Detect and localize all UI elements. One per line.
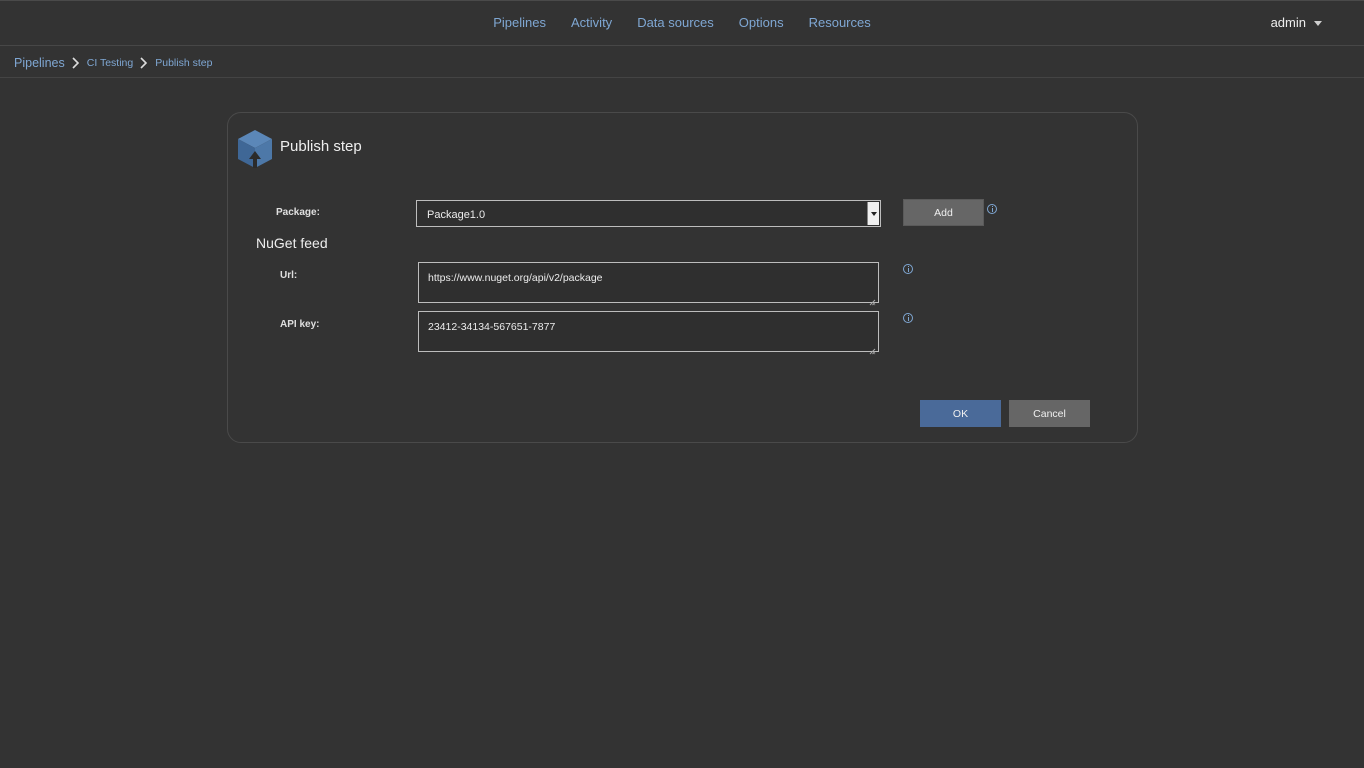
add-package-button[interactable]: Add	[903, 199, 984, 226]
nav-resources[interactable]: Resources	[809, 15, 871, 30]
url-label: Url:	[280, 270, 298, 281]
chevron-right-icon	[71, 57, 83, 69]
cube-logo-icon	[236, 129, 274, 169]
info-icon[interactable]	[903, 264, 913, 274]
api-key-value: 23412-34134-567651-7877	[428, 321, 556, 333]
resize-grip-icon[interactable]	[869, 342, 876, 355]
breadcrumb-ci-testing[interactable]: CI Testing	[87, 57, 134, 69]
package-label: Package:	[276, 207, 320, 218]
package-select[interactable]: Package1.0	[416, 200, 881, 227]
nav-activity[interactable]: Activity	[571, 15, 612, 30]
url-field[interactable]: https://www.nuget.org/api/v2/package	[418, 262, 879, 306]
user-menu[interactable]: admin	[1271, 15, 1322, 30]
resize-grip-icon[interactable]	[869, 293, 876, 306]
package-select-value: Package1.0	[427, 209, 486, 221]
nav-options[interactable]: Options	[739, 15, 784, 30]
chevron-right-icon	[139, 57, 151, 69]
url-value: https://www.nuget.org/api/v2/package	[428, 272, 603, 284]
publish-step-dialog: Publish step Package: Package1.0 Add NuG…	[227, 112, 1138, 443]
info-icon[interactable]	[987, 204, 997, 214]
api-key-label: API key:	[280, 319, 320, 330]
breadcrumb: Pipelines CI Testing Publish step	[14, 56, 212, 70]
user-name: admin	[1270, 15, 1306, 30]
chevron-down-icon[interactable]	[867, 202, 879, 225]
breadcrumb-bar: Pipelines CI Testing Publish step	[0, 47, 1364, 78]
info-icon[interactable]	[903, 313, 913, 323]
main-nav: Pipelines Activity Data sources Options …	[0, 15, 1364, 30]
nuget-feed-heading: NuGet feed	[256, 235, 328, 251]
top-navigation-bar: Pipelines Activity Data sources Options …	[0, 0, 1364, 46]
cancel-button[interactable]: Cancel	[1009, 400, 1090, 427]
breadcrumb-publish-step[interactable]: Publish step	[155, 57, 212, 69]
chevron-down-icon	[1314, 21, 1322, 26]
nav-data-sources[interactable]: Data sources	[637, 15, 714, 30]
api-key-field[interactable]: 23412-34134-567651-7877	[418, 311, 879, 355]
breadcrumb-pipelines[interactable]: Pipelines	[14, 56, 65, 70]
dialog-title: Publish step	[280, 138, 362, 155]
ok-button[interactable]: OK	[920, 400, 1001, 427]
nav-pipelines[interactable]: Pipelines	[493, 15, 546, 30]
